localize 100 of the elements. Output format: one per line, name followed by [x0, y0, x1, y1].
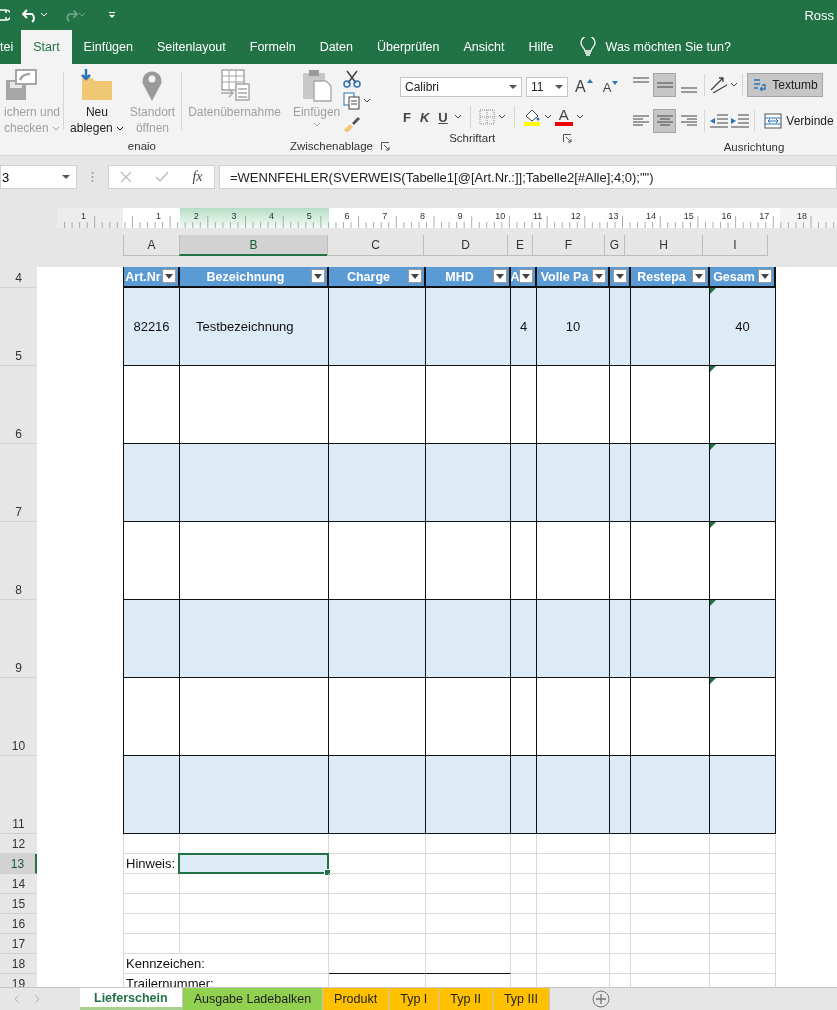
table-cell	[511, 934, 537, 954]
row-header[interactable]: 11	[0, 756, 37, 834]
table-cell	[610, 834, 631, 854]
font-name-field[interactable]: Calibri	[400, 77, 522, 97]
ribbon-tab[interactable]: tei	[0, 30, 22, 64]
align-button[interactable]	[653, 73, 677, 97]
table-cell	[710, 854, 776, 874]
column-header[interactable]: B	[179, 235, 328, 256]
row-header[interactable]: 4	[0, 267, 37, 288]
ribbon-tab[interactable]: Daten	[307, 30, 365, 64]
filter-button[interactable]	[613, 269, 627, 283]
bold-button[interactable]: F	[400, 109, 414, 125]
ribbon-button[interactable]: Neu ablegen	[67, 68, 127, 140]
ruler-number: 7	[381, 211, 389, 221]
row-header[interactable]: 13	[0, 854, 37, 874]
insert-function-button[interactable]: fx	[192, 169, 203, 185]
row-header[interactable]: 18	[0, 954, 37, 974]
ribbon-tab[interactable]: Ansicht	[451, 30, 517, 64]
table-cell	[123, 874, 180, 894]
table-cell	[710, 874, 776, 894]
drag-handle-icon[interactable]	[91, 171, 94, 183]
column-header[interactable]: A	[123, 235, 180, 256]
row-header[interactable]: 5	[0, 288, 37, 366]
row-header[interactable]: 6	[0, 366, 37, 444]
filter-button[interactable]	[758, 269, 772, 283]
caret-icon[interactable]	[543, 114, 552, 120]
format-painter-icon[interactable]	[343, 114, 362, 132]
row-header[interactable]: 8	[0, 522, 37, 600]
filter-button[interactable]	[692, 269, 706, 283]
row-header[interactable]: 14	[0, 874, 37, 894]
shrink-font-button[interactable]: A	[599, 79, 622, 95]
row-header[interactable]: 17	[0, 934, 37, 954]
ruler-number: 16	[720, 211, 733, 221]
ruler-number: 8	[418, 211, 426, 221]
lightbulb-icon[interactable]	[579, 37, 596, 57]
filter-button[interactable]	[592, 269, 606, 283]
caret-icon[interactable]	[453, 114, 462, 120]
font-size-field[interactable]: 11	[526, 77, 568, 97]
fill-color-icon[interactable]	[522, 108, 541, 126]
column-heading: Bezeichnung	[180, 267, 327, 286]
grow-font-button[interactable]: A	[572, 78, 596, 96]
caret-icon[interactable]	[730, 82, 739, 88]
caret-icon[interactable]	[575, 114, 584, 120]
wrap-text-button[interactable]: Textumb	[747, 73, 823, 97]
decrease-indent-icon[interactable]	[709, 113, 730, 129]
sheet-tab[interactable]: Typ III	[492, 988, 550, 1010]
filter-button[interactable]	[162, 269, 176, 283]
sheet-tab[interactable]: Ausgabe Ladebalken	[182, 988, 324, 1010]
dialog-launcher-icon[interactable]	[563, 133, 573, 143]
caret-icon	[509, 84, 517, 90]
ribbon-tab[interactable]: Hilfe	[516, 30, 566, 64]
caret-icon[interactable]	[363, 98, 372, 104]
ribbon-tab[interactable]: Start	[21, 30, 72, 64]
check-icon[interactable]	[155, 171, 170, 183]
column-header[interactable]: I	[702, 235, 768, 256]
add-sheet-icon[interactable]	[591, 990, 610, 1008]
ribbon-tab[interactable]: Einfügen	[71, 30, 145, 64]
increase-indent-icon[interactable]	[730, 113, 751, 129]
caret-icon	[555, 84, 563, 90]
sheet-tab[interactable]: Lieferschein	[80, 988, 183, 1010]
row-header[interactable]: 16	[0, 914, 37, 934]
table-cell	[710, 834, 776, 854]
row-header[interactable]: 15	[0, 894, 37, 914]
formula-field[interactable]: =WENNFEHLER(SVERWEIS(Tabelle1[@[Art.Nr.:]];Tabelle2[#Alle];4;0);"")	[219, 165, 837, 189]
table-cell: 10	[537, 288, 609, 365]
row-header[interactable]: 9	[0, 600, 37, 678]
dialog-launcher-icon[interactable]	[381, 141, 390, 151]
sheet-tab[interactable]: Typ I	[389, 988, 440, 1010]
customize-icon[interactable]	[108, 11, 116, 19]
filter-button[interactable]	[311, 269, 325, 283]
align-button[interactable]	[653, 109, 677, 133]
user-name[interactable]: Ross	[804, 7, 834, 23]
sheet-tab[interactable]: Typ II	[439, 988, 493, 1010]
caret-icon[interactable]	[497, 114, 506, 120]
group-label: enaio	[126, 140, 157, 152]
row-header[interactable]: 10	[0, 678, 37, 756]
italic-button[interactable]: K	[416, 109, 433, 125]
group-label: Ausrichtung	[722, 141, 786, 153]
ribbon-tab[interactable]: Seitenlayout	[144, 30, 238, 64]
tell-me-field[interactable]: Was möchten Sie tun?	[605, 30, 731, 64]
filter-button[interactable]	[519, 269, 533, 283]
copy-icon[interactable]	[343, 92, 362, 110]
refresh-icon[interactable]	[0, 7, 10, 23]
text-orientation-icon[interactable]	[709, 76, 730, 94]
ruler-number: 3	[230, 211, 238, 221]
table-cell	[610, 874, 631, 894]
row-header[interactable]: 12	[0, 834, 37, 854]
font-color-button[interactable]: A	[554, 108, 573, 126]
name-box[interactable]: 3	[0, 165, 77, 189]
filter-button[interactable]	[493, 269, 507, 283]
row-header[interactable]: 7	[0, 444, 37, 522]
underline-button[interactable]: U	[435, 109, 451, 125]
filter-button[interactable]	[408, 269, 422, 283]
ribbon-tab[interactable]: Formeln	[237, 30, 308, 64]
merge-button[interactable]: Verbinde	[759, 109, 837, 133]
scissors-icon[interactable]	[343, 70, 362, 88]
align-right-icon	[679, 114, 698, 128]
ribbon-tab[interactable]: Überprüfen	[365, 30, 452, 64]
dropdown-arrow-icon	[695, 273, 703, 279]
sheet-tab[interactable]: Produkt	[323, 988, 390, 1010]
